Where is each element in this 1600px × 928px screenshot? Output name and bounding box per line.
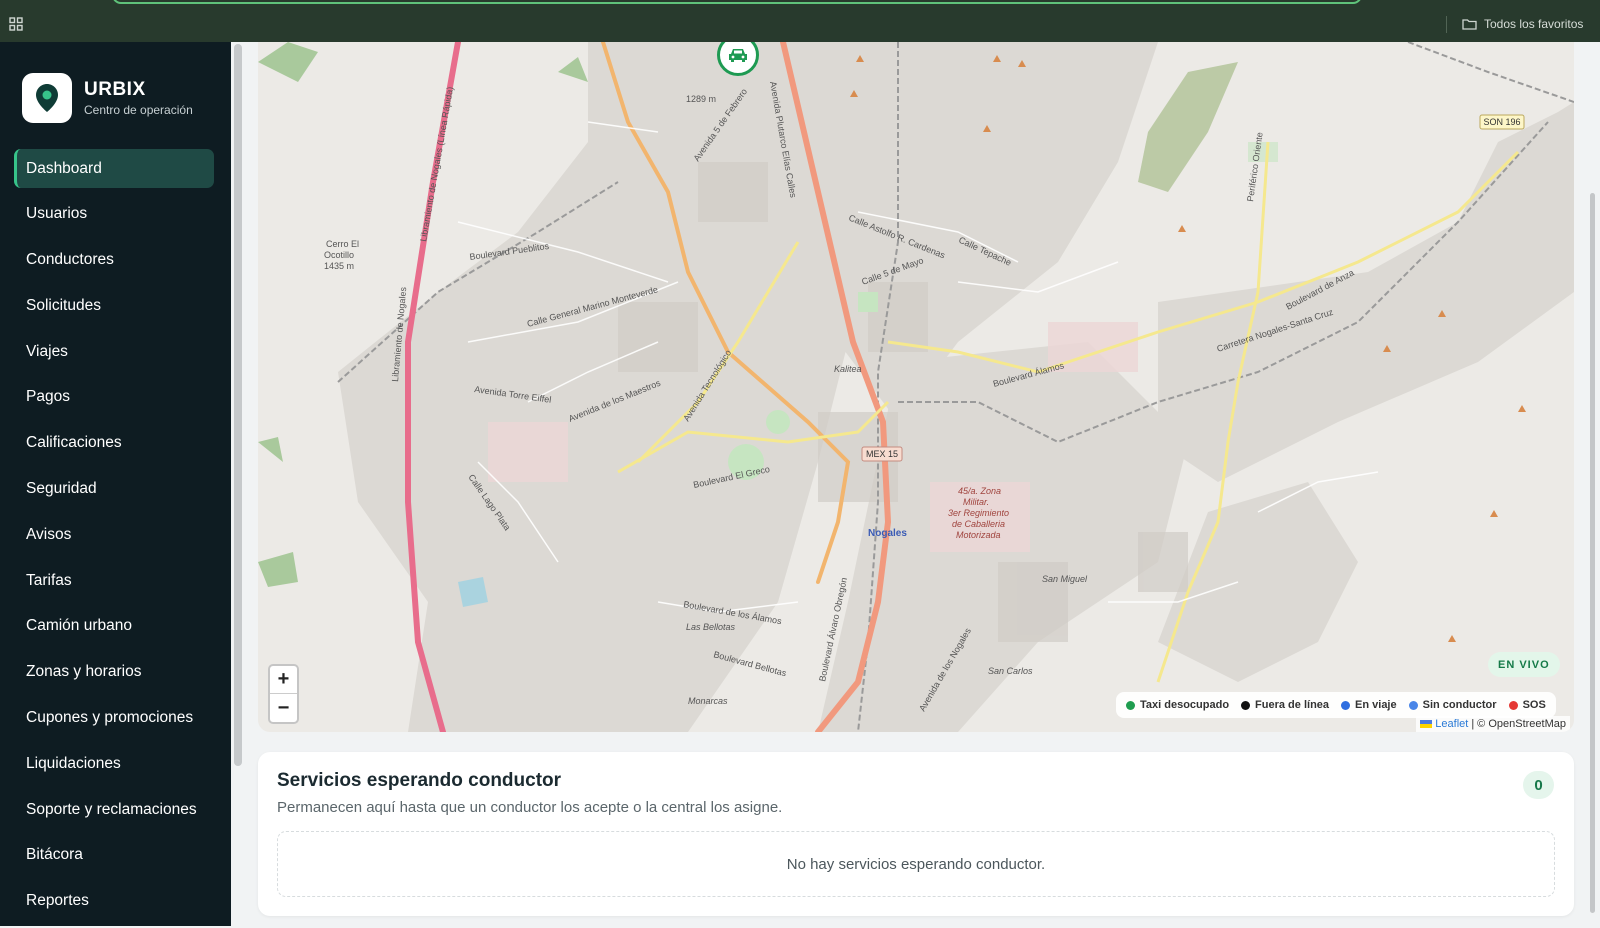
legend-dot xyxy=(1126,700,1135,710)
road-shield-mex15: MEX 15 xyxy=(861,446,903,462)
map-label-zona-4: de Caballeria xyxy=(952,519,1005,529)
sidebar-item-zonas-horarios[interactable]: Zonas y horarios xyxy=(14,653,214,692)
live-map[interactable]: MEX 15 SON 196 Cerro El Ocotillo 1435 m … xyxy=(258,42,1574,732)
pending-empty-state: No hay servicios esperando conductor. xyxy=(277,831,1555,897)
bookmarks-bar: Todos los favoritos xyxy=(0,0,1600,42)
sidebar-item-liquidaciones[interactable]: Liquidaciones xyxy=(14,744,214,783)
map-label-zona-1: 45/a. Zona xyxy=(958,486,1001,496)
legend-dot xyxy=(1508,700,1518,710)
legend-item-sin-conductor: Sin conductor xyxy=(1408,699,1497,711)
sidebar-item-reportes[interactable]: Reportes xyxy=(14,882,214,921)
legend-dot xyxy=(1408,700,1418,710)
zoom-out-button[interactable]: − xyxy=(270,694,297,722)
sidebar-item-avisos[interactable]: Avisos xyxy=(14,515,214,554)
sidebar-item-camion-urbano[interactable]: Camión urbano xyxy=(14,607,214,646)
map-label-zona-3: 3er Regimiento xyxy=(948,508,1009,518)
map-attribution: Leaflet | © OpenStreetMap xyxy=(1416,716,1570,732)
live-badge: EN VIVO xyxy=(1488,652,1560,677)
osm-link[interactable]: © OpenStreetMap xyxy=(1477,718,1566,730)
bookmarks-separator xyxy=(1446,16,1447,33)
legend-dot xyxy=(1341,700,1351,710)
sidebar-nav: Dashboard Usuarios Conductores Solicitud… xyxy=(14,149,214,928)
content-scrollbar[interactable] xyxy=(234,44,242,766)
map-label-monarcas: Monarcas xyxy=(688,696,728,706)
map-pin-icon xyxy=(36,84,58,112)
map-label-libramiento: Libramiento de Nogales (Línea Rápida) xyxy=(418,86,455,242)
all-favorites-label: Todos los favoritos xyxy=(1484,17,1584,31)
sidebar-item-usuarios[interactable]: Usuarios xyxy=(14,195,214,234)
page-scrollbar[interactable] xyxy=(1590,193,1595,913)
address-bar[interactable] xyxy=(112,0,1362,4)
sidebar-item-tarifas[interactable]: Tarifas xyxy=(14,561,214,600)
map-label-las-bellotas: Las Bellotas xyxy=(686,622,736,632)
apps-grid-icon[interactable] xyxy=(9,17,23,31)
sidebar-item-conductores[interactable]: Conductores xyxy=(14,241,214,280)
map-legend: Taxi desocupado Fuera de línea En viaje … xyxy=(1116,692,1556,718)
map-label-hill-2: Ocotillo xyxy=(324,250,354,260)
map-label-zona-2: Militar. xyxy=(963,497,989,507)
folder-icon xyxy=(1462,19,1477,30)
pending-services-description: Permanecen aquí hasta que un conductor l… xyxy=(277,799,783,816)
attribution-separator: | xyxy=(1471,718,1475,730)
map-label-peak-elev: 1289 m xyxy=(686,94,716,104)
sidebar-item-calificaciones[interactable]: Calificaciones xyxy=(14,424,214,463)
map-label-kalitea: Kalitea xyxy=(834,364,862,374)
road-shield-son196: SON 196 xyxy=(1479,114,1525,130)
brand[interactable]: URBIX Centro de operación xyxy=(22,73,193,123)
all-favorites-button[interactable]: Todos los favoritos xyxy=(1462,15,1583,33)
sidebar-item-viajes[interactable]: Viajes xyxy=(14,332,214,371)
map-label-san-miguel: San Miguel xyxy=(1042,574,1088,584)
map-label-hill-elev: 1435 m xyxy=(324,261,354,271)
car-icon xyxy=(729,49,747,62)
svg-text:SON 196: SON 196 xyxy=(1483,117,1520,127)
map-label-san-carlos: San Carlos xyxy=(988,666,1033,676)
legend-item-fuera-de-linea: Fuera de línea xyxy=(1241,699,1329,711)
brand-name: URBIX xyxy=(84,79,146,100)
ukraine-flag-icon xyxy=(1420,720,1433,728)
map-label-city: Nogales xyxy=(868,528,907,539)
sidebar-item-pagos[interactable]: Pagos xyxy=(14,378,214,417)
sidebar: URBIX Centro de operación Dashboard Usua… xyxy=(0,42,231,926)
legend-item-taxi-desocupado: Taxi desocupado xyxy=(1126,699,1229,711)
map-label-zona-5: Motorizada xyxy=(956,530,1001,540)
map-label-hill: Cerro El xyxy=(326,239,359,249)
sidebar-item-bitacora[interactable]: Bitácora xyxy=(14,836,214,875)
sidebar-item-solicitudes[interactable]: Solicitudes xyxy=(14,286,214,325)
sidebar-item-cupones[interactable]: Cupones y promociones xyxy=(14,699,214,738)
map-tiles[interactable]: MEX 15 SON 196 Cerro El Ocotillo 1435 m … xyxy=(258,42,1574,732)
sidebar-item-dashboard[interactable]: Dashboard xyxy=(14,149,214,188)
pending-count-badge: 0 xyxy=(1523,771,1554,799)
svg-text:MEX 15: MEX 15 xyxy=(866,449,898,459)
pending-services-title: Servicios esperando conductor xyxy=(277,770,562,791)
sidebar-item-seguridad[interactable]: Seguridad xyxy=(14,470,214,509)
brand-logo xyxy=(22,73,72,123)
brand-subtitle: Centro de operación xyxy=(84,103,193,117)
legend-item-sos: SOS xyxy=(1508,699,1546,711)
map-zoom-control: + − xyxy=(268,664,299,724)
zoom-in-button[interactable]: + xyxy=(270,666,297,694)
sidebar-item-soporte[interactable]: Soporte y reclamaciones xyxy=(14,790,214,829)
leaflet-link[interactable]: Leaflet xyxy=(1435,718,1468,730)
pending-services-card: Servicios esperando conductor Permanecen… xyxy=(258,752,1574,916)
legend-item-en-viaje: En viaje xyxy=(1341,699,1397,711)
legend-dot xyxy=(1241,700,1251,710)
